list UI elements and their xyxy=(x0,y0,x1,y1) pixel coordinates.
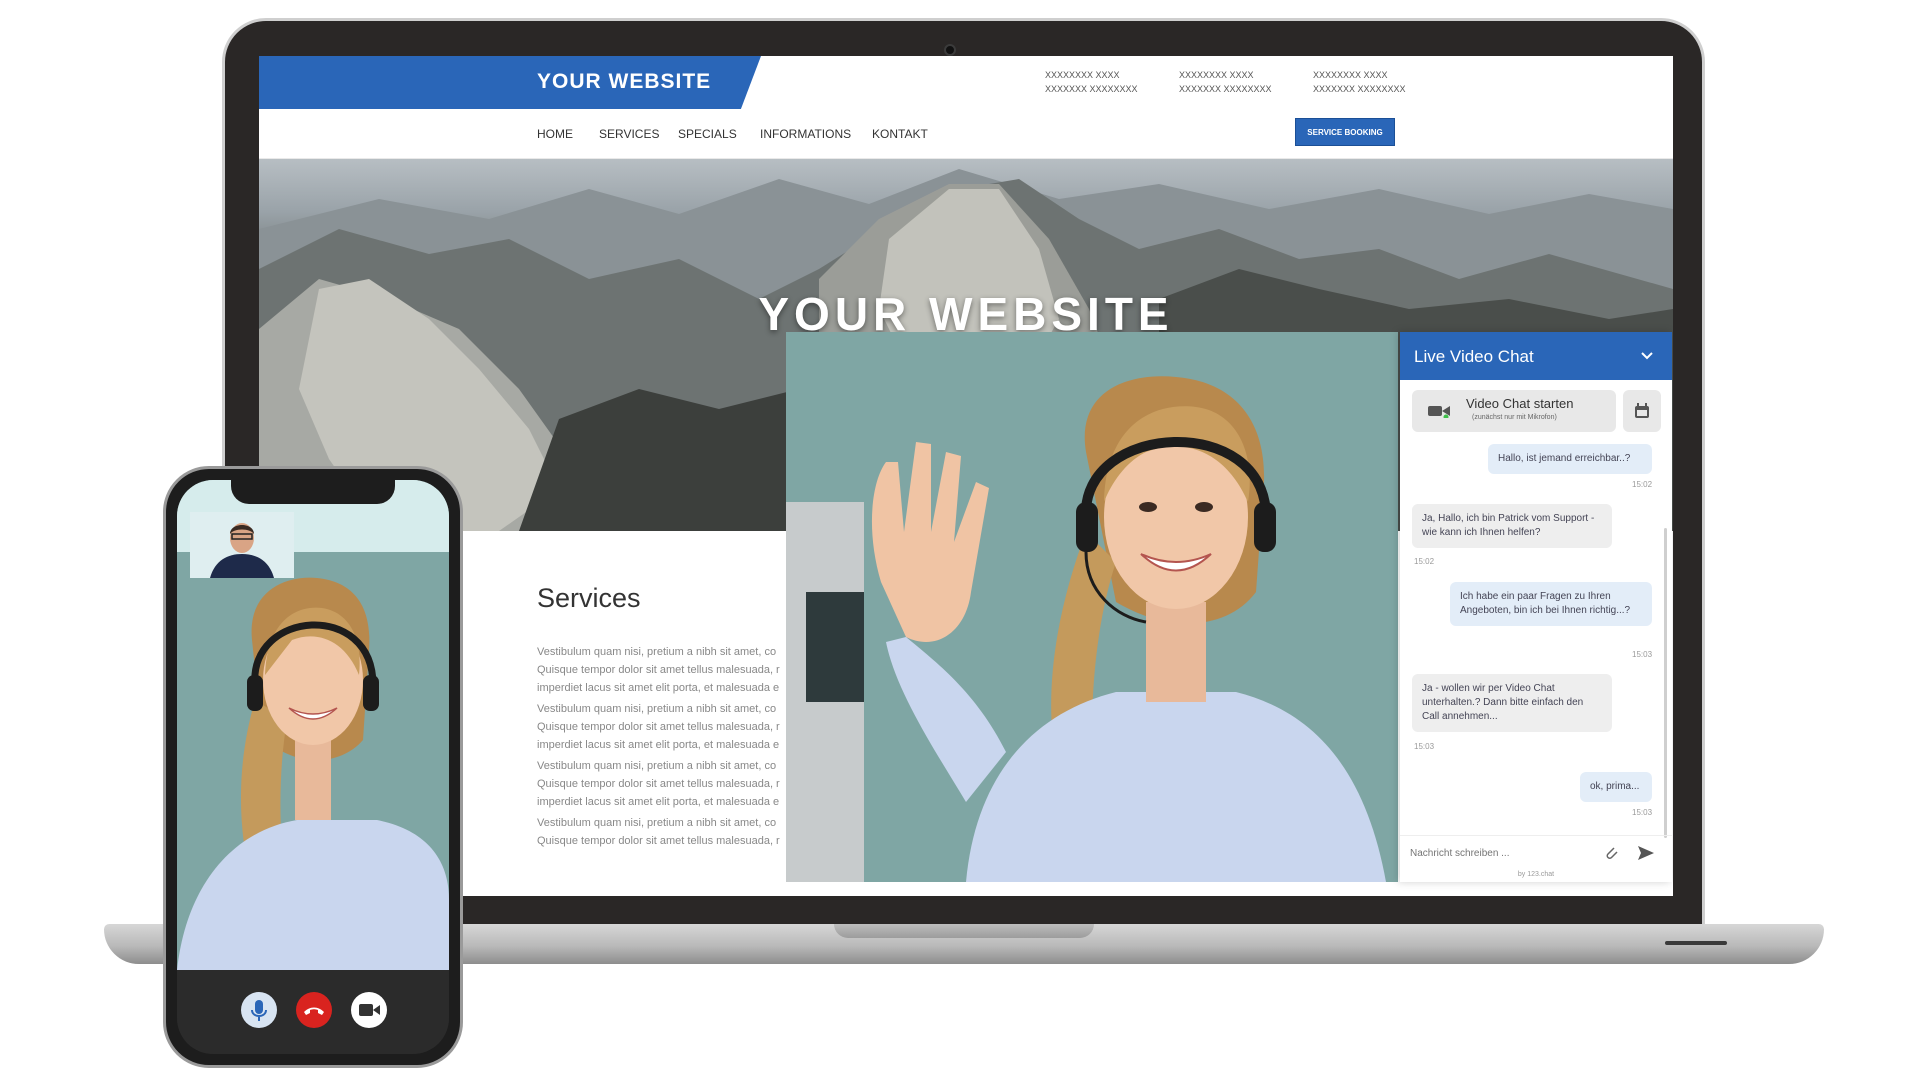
message-timestamp: 15:02 xyxy=(1632,480,1653,489)
chevron-down-icon[interactable] xyxy=(1640,348,1654,364)
chat-message-outgoing: Hallo, ist jemand erreichbar..? xyxy=(1488,444,1652,474)
paragraph-line: Quisque tempor dolor sit amet tellus mal… xyxy=(537,721,780,733)
nav-item-specials[interactable]: SPECIALS xyxy=(678,127,737,141)
nav-item-home[interactable]: HOME xyxy=(537,127,573,141)
contact-line: XXXXXXXX XXXX xyxy=(1045,70,1120,80)
send-icon[interactable] xyxy=(1636,844,1656,867)
live-chat-widget: Live Video Chat Video Chat starten (zunä… xyxy=(1400,332,1672,882)
hangup-button[interactable] xyxy=(296,992,332,1028)
services-paragraph: Vestibulum quam nisi, pretium a nibh sit… xyxy=(537,757,787,811)
paragraph-line: Quisque tempor dolor sit amet tellus mal… xyxy=(537,835,780,847)
chat-scrollbar[interactable] xyxy=(1664,528,1667,838)
phone-video-feed xyxy=(177,480,449,970)
services-heading: Services xyxy=(537,583,641,613)
contact-line: XXXXXXX XXXXXXXX xyxy=(1313,84,1406,94)
laptop-notch xyxy=(834,924,1094,938)
video-camera-icon xyxy=(359,1004,380,1016)
main-nav: HOME SERVICES SPECIALS INFORMATIONS KONT… xyxy=(259,109,1673,159)
calendar-icon xyxy=(1635,403,1649,418)
paragraph-line: imperdiet lacus sit amet elit porta, et … xyxy=(537,682,780,694)
laptop-screen: YOUR WEBSITE XXXXXXXX XXXX XXXXXXX XXXXX… xyxy=(259,56,1673,896)
message-timestamp: 15:02 xyxy=(1414,557,1435,566)
powered-by-label: by 123.chat xyxy=(1517,871,1555,878)
video-call-feed xyxy=(786,332,1398,882)
call-controls xyxy=(177,970,449,1054)
chat-message-outgoing: Ich habe ein paar Fragen zu Ihren Angebo… xyxy=(1450,582,1652,626)
camera-icon xyxy=(1428,406,1450,418)
chat-header[interactable]: Live Video Chat xyxy=(1400,332,1672,380)
phone-notch xyxy=(231,480,395,504)
paragraph-line: Vestibulum quam nisi, pretium a nibh sit… xyxy=(537,646,777,658)
contact-line: XXXXXXXX XXXX xyxy=(1313,70,1388,80)
contact-block: XXXXXXXX XXXX XXXXXXX XXXXXXXX xyxy=(1313,68,1406,96)
support-agent-image xyxy=(871,376,1386,882)
smartphone xyxy=(163,466,463,1068)
scene: YOUR WEBSITE XXXXXXXX XXXX XXXXXXX XXXXX… xyxy=(0,0,1920,1080)
laptop-camera xyxy=(944,44,956,56)
paragraph-line: Vestibulum quam nisi, pretium a nibh sit… xyxy=(537,760,777,772)
paragraph-line: Vestibulum quam nisi, pretium a nibh sit… xyxy=(537,817,777,829)
paragraph-line: imperdiet lacus sit amet elit porta, et … xyxy=(537,739,780,751)
message-timestamp: 15:03 xyxy=(1414,742,1435,751)
message-timestamp: 15:03 xyxy=(1632,808,1653,817)
chat-title: Live Video Chat xyxy=(1414,347,1534,366)
schedule-button[interactable] xyxy=(1623,390,1661,432)
chat-message-incoming: Ja - wollen wir per Video Chat unterhalt… xyxy=(1412,674,1612,732)
paragraph-line: Quisque tempor dolor sit amet tellus mal… xyxy=(537,778,780,790)
contact-block: XXXXXXXX XXXX XXXXXXX XXXXXXXX xyxy=(1045,68,1138,96)
contact-block: XXXXXXXX XXXX XXXXXXX XXXXXXXX xyxy=(1179,68,1272,96)
start-video-chat-sublabel: (zunächst nur mit Mikrofon) xyxy=(1472,414,1557,421)
microphone-icon xyxy=(251,1000,267,1021)
message-timestamp: 15:03 xyxy=(1632,650,1653,659)
nav-item-services[interactable]: SERVICES xyxy=(599,127,659,141)
contact-line: XXXXXXX XXXXXXXX xyxy=(1045,84,1138,94)
chat-message-outgoing: ok, prima... xyxy=(1580,772,1652,802)
chat-message-incoming: Ja, Hallo, ich bin Patrick vom Support -… xyxy=(1412,504,1612,548)
service-booking-button[interactable]: SERVICE BOOKING xyxy=(1295,118,1395,146)
start-video-chat-label: Video Chat starten xyxy=(1466,396,1574,411)
phone-hangup-icon xyxy=(304,1007,324,1015)
chat-composer: by 123.chat xyxy=(1400,835,1672,882)
paragraph-line: imperdiet lacus sit amet elit porta, et … xyxy=(537,796,780,808)
services-paragraph: Vestibulum quam nisi, pretium a nibh sit… xyxy=(537,643,787,697)
site-logo[interactable]: YOUR WEBSITE xyxy=(537,70,711,94)
self-view-thumbnail[interactable] xyxy=(190,512,294,578)
services-paragraph: Vestibulum quam nisi, pretium a nibh sit… xyxy=(537,814,787,850)
start-video-chat-button[interactable]: Video Chat starten (zunächst nur mit Mik… xyxy=(1412,390,1616,432)
services-paragraph: Vestibulum quam nisi, pretium a nibh sit… xyxy=(537,700,787,754)
microphone-button[interactable] xyxy=(241,992,277,1028)
nav-item-informations[interactable]: INFORMATIONS xyxy=(760,127,851,141)
message-input[interactable] xyxy=(1410,848,1590,859)
paragraph-line: Quisque tempor dolor sit amet tellus mal… xyxy=(537,664,780,676)
nav-item-kontakt[interactable]: KONTAKT xyxy=(872,127,928,141)
contact-line: XXXXXXXX XXXX xyxy=(1179,70,1254,80)
paperclip-icon[interactable] xyxy=(1602,844,1620,867)
video-toggle-button[interactable] xyxy=(351,992,387,1028)
phone-screen xyxy=(177,480,449,1054)
self-view-person-image xyxy=(190,512,294,578)
paragraph-line: Vestibulum quam nisi, pretium a nibh sit… xyxy=(537,703,777,715)
laptop-vent xyxy=(1665,941,1727,945)
site-header: YOUR WEBSITE XXXXXXXX XXXX XXXXXXX XXXXX… xyxy=(259,56,1673,109)
contact-line: XXXXXXX XXXXXXXX xyxy=(1179,84,1272,94)
